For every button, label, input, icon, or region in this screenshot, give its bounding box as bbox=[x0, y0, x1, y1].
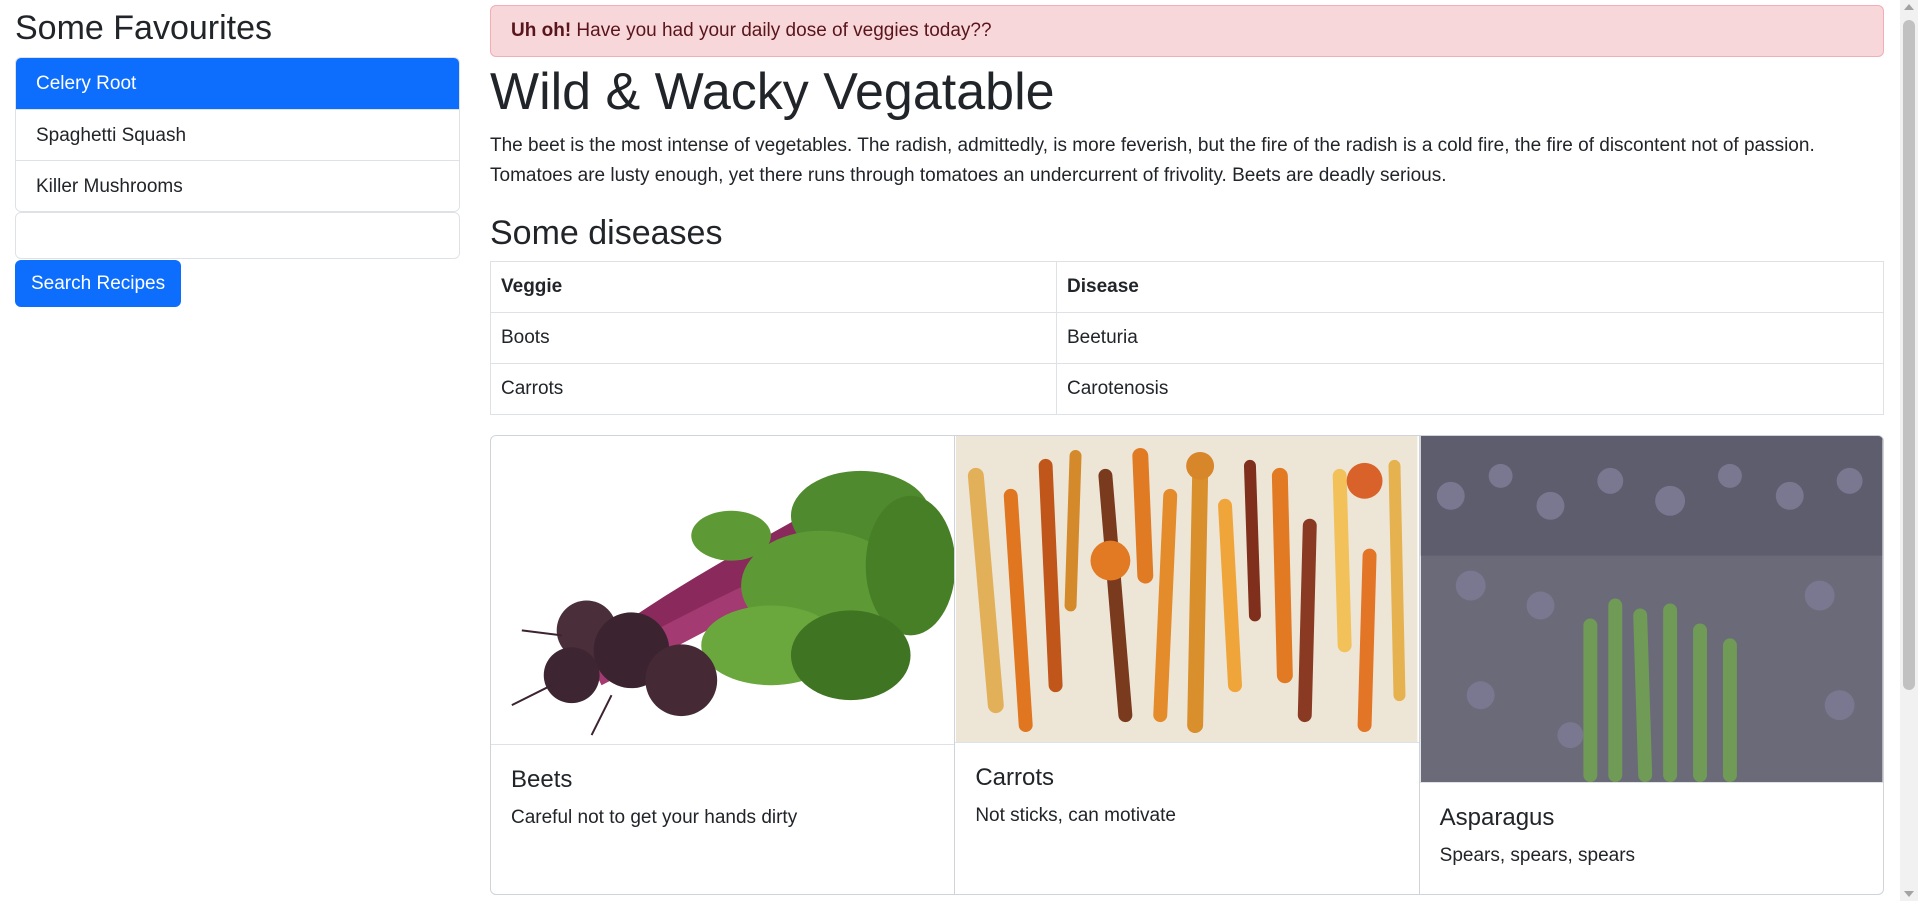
vertical-scrollbar[interactable] bbox=[1900, 0, 1918, 901]
beets-image bbox=[491, 436, 955, 745]
table-row: Carrots Carotenosis bbox=[490, 363, 1884, 415]
asparagus-image bbox=[1419, 436, 1883, 783]
main-content: Uh oh! Have you had your daily dose of v… bbox=[490, 0, 1884, 895]
table-row: Boots Beeturia bbox=[490, 312, 1884, 364]
alert-strong: Uh oh! bbox=[511, 20, 572, 41]
intro-paragraph: The beet is the most intense of vegetabl… bbox=[490, 135, 1815, 186]
alert-text: Have you had your daily dose of veggies … bbox=[571, 20, 992, 41]
list-item-killer-mushrooms[interactable]: Killer Mushrooms bbox=[16, 160, 459, 211]
diseases-table: Veggie Disease Boots Beeturia Carrots Ca… bbox=[490, 261, 1884, 415]
search-recipes-button[interactable]: Search Recipes bbox=[15, 260, 182, 307]
card-body-carrots: Carrots Not sticks, can motivate bbox=[955, 743, 1418, 831]
alert-banner: Uh oh! Have you had your daily dose of v… bbox=[490, 5, 1884, 57]
card-body-beets: Beets Careful not to get your hands dirt… bbox=[491, 745, 954, 833]
page-title: Wild & Wacky Vegatable bbox=[490, 63, 1055, 121]
scroll-thumb[interactable] bbox=[1903, 20, 1915, 690]
card-beets: Beets Careful not to get your hands dirt… bbox=[491, 436, 956, 894]
card-group: Beets Careful not to get your hands dirt… bbox=[490, 435, 1884, 895]
header-disease: Disease bbox=[1056, 261, 1884, 313]
search-input[interactable] bbox=[15, 212, 460, 259]
card-title-carrots: Carrots bbox=[975, 764, 1055, 791]
card-text-asparagus: Spears, spears, spears bbox=[1439, 845, 1636, 866]
list-item-spaghetti-squash[interactable]: Spaghetti Squash bbox=[16, 109, 459, 160]
card-text-beets: Careful not to get your hands dirty bbox=[511, 807, 798, 828]
favourites-list: Celery Root Spaghetti Squash Killer Mush… bbox=[15, 57, 460, 212]
cell-veggie: Boots bbox=[490, 312, 1057, 364]
cell-disease: Carotenosis bbox=[1056, 363, 1884, 415]
scroll-down-arrow-icon[interactable] bbox=[1904, 891, 1914, 897]
card-title-asparagus: Asparagus bbox=[1439, 804, 1555, 831]
card-asparagus: Asparagus Spears, spears, spears bbox=[1419, 436, 1883, 894]
card-carrots: Carrots Not sticks, can motivate bbox=[955, 436, 1420, 894]
cell-disease: Beeturia bbox=[1056, 312, 1884, 364]
card-body-asparagus: Asparagus Spears, spears, spears bbox=[1420, 783, 1883, 871]
list-item-celery-root[interactable]: Celery Root bbox=[16, 58, 459, 109]
sidebar: Some Favourites Celery Root Spaghetti Sq… bbox=[15, 0, 460, 307]
table-header-row: Veggie Disease bbox=[490, 261, 1884, 313]
cell-veggie: Carrots bbox=[490, 363, 1057, 415]
card-text-carrots: Not sticks, can motivate bbox=[975, 805, 1176, 826]
header-veggie: Veggie bbox=[490, 261, 1057, 313]
card-title-beets: Beets bbox=[511, 766, 573, 793]
carrots-image bbox=[955, 436, 1419, 743]
scroll-up-arrow-icon[interactable] bbox=[1904, 4, 1914, 10]
sidebar-title: Some Favourites bbox=[15, 9, 272, 47]
table-title: Some diseases bbox=[490, 214, 723, 252]
